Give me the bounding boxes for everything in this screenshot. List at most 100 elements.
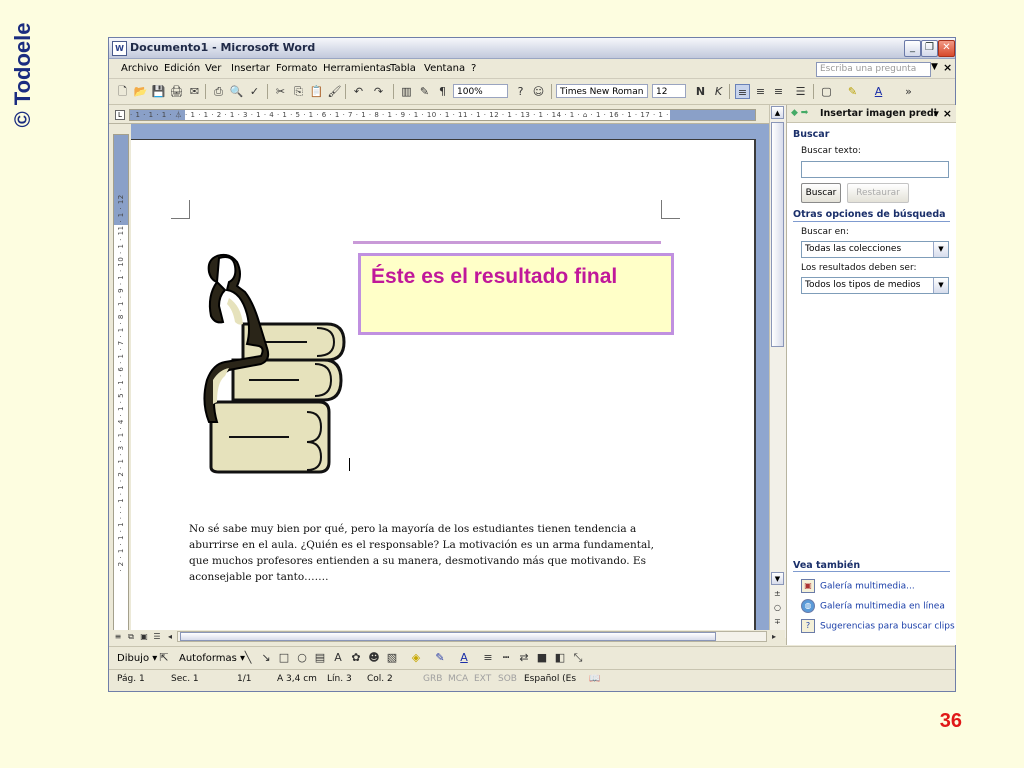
menu-herramientas[interactable]: Herramientas <box>323 63 391 74</box>
minimize-button[interactable]: _ <box>904 40 921 57</box>
align-right-icon[interactable]: ≡ <box>771 84 786 99</box>
scroll-left-button[interactable]: ◂ <box>165 631 175 642</box>
ask-question-input[interactable]: Escriba una pregunta <box>816 62 931 77</box>
title-bar[interactable]: W Documento1 - Microsoft Word _ ❐ ✕ <box>109 38 955 59</box>
task-pane-title[interactable]: Insertar imagen predi <box>820 108 937 119</box>
assistant-icon[interactable]: ☺ <box>531 84 546 99</box>
new-document-icon[interactable]: 🗋 <box>115 84 130 99</box>
task-pane-close-icon[interactable]: ▾ × <box>933 107 952 120</box>
menu-ventana[interactable]: Ventana <box>424 63 465 74</box>
spelling-status-icon[interactable]: 📖 <box>589 674 600 684</box>
link-clipart-online[interactable]: ◍ Galería multimedia en línea <box>801 599 945 613</box>
document-page[interactable]: Éste es el resultado final No sé sabe mu… <box>131 139 756 638</box>
font-color-icon[interactable]: A <box>457 651 471 665</box>
font-select[interactable]: Times New Roman <box>556 84 648 98</box>
document-paragraph[interactable]: No sé sabe muy bien por qué, pero la may… <box>189 521 659 585</box>
italic-button[interactable]: K <box>711 84 726 99</box>
normal-view-icon[interactable]: ≡ <box>113 631 123 642</box>
web-view-icon[interactable]: ⧉ <box>126 631 136 642</box>
status-extend[interactable]: EXT <box>474 674 491 684</box>
highlight-icon[interactable]: ✎ <box>845 84 860 99</box>
save-icon[interactable]: 💾 <box>151 84 166 99</box>
clipart-icon[interactable]: ☻ <box>367 651 381 665</box>
close-document-icon[interactable]: × <box>943 61 952 74</box>
menu-insertar[interactable]: Insertar <box>231 63 270 74</box>
show-hide-icon[interactable]: ¶ <box>435 84 450 99</box>
fill-color-icon[interactable]: ◈ <box>409 651 423 665</box>
copy-icon[interactable]: ⎘ <box>291 84 306 99</box>
restore-search-button[interactable]: Restaurar <box>847 183 909 203</box>
cut-icon[interactable]: ✂ <box>273 84 288 99</box>
status-record[interactable]: GRB <box>423 674 442 684</box>
open-folder-icon[interactable]: 📂 <box>133 84 148 99</box>
status-overtype[interactable]: SOB <box>498 674 517 684</box>
horizontal-scrollbar[interactable] <box>177 631 767 642</box>
word-icon[interactable]: W <box>112 41 127 56</box>
permission-icon[interactable]: 🖨 <box>169 84 184 99</box>
email-icon[interactable]: ✉ <box>187 84 202 99</box>
close-button[interactable]: ✕ <box>938 40 955 57</box>
text-box-icon[interactable]: ▤ <box>313 651 327 665</box>
align-left-icon[interactable]: ≡ <box>735 84 750 99</box>
outline-view-icon[interactable]: ☰ <box>152 631 162 642</box>
draw-menu-button[interactable]: Dibujo ▾ <box>117 653 157 664</box>
borders-icon[interactable]: ▢ <box>819 84 834 99</box>
horizontal-ruler[interactable]: L · 1 · 1 · 1 · ⏃ · 1 · 1 · 2 · 1 · 3 · … <box>109 105 769 124</box>
bullets-icon[interactable]: ☰ <box>793 84 808 99</box>
link-search-tips[interactable]: ? Sugerencias para buscar clips <box>801 619 955 633</box>
toolbar-options-icon[interactable]: ⤡ <box>571 651 585 665</box>
drawing-icon[interactable]: ✎ <box>417 84 432 99</box>
spelling-icon[interactable]: ✓ <box>247 84 262 99</box>
result-callout[interactable]: Éste es el resultado final <box>358 253 674 335</box>
search-text-input[interactable] <box>801 161 949 178</box>
results-type-select[interactable]: Todos los tipos de medios ▼ <box>801 277 949 294</box>
toolbar-options-icon[interactable]: » <box>901 84 916 99</box>
format-painter-icon[interactable]: 🖌 <box>327 84 342 99</box>
status-track-changes[interactable]: MCA <box>448 674 468 684</box>
columns-icon[interactable]: ▥ <box>399 84 414 99</box>
rectangle-icon[interactable]: □ <box>277 651 291 665</box>
redo-icon[interactable]: ↷ <box>371 84 386 99</box>
thinker-on-books-clipart[interactable] <box>189 252 357 474</box>
help-icon[interactable]: ? <box>513 84 528 99</box>
menu-ver[interactable]: Ver <box>205 63 221 74</box>
tab-selector[interactable]: L <box>115 110 125 120</box>
zoom-select[interactable]: 100% <box>453 84 508 98</box>
browse-object-icon[interactable]: ○ <box>774 603 781 612</box>
next-page-icon[interactable]: ∓ <box>774 617 781 626</box>
select-objects-icon[interactable]: ⇱ <box>157 651 171 665</box>
shadow-icon[interactable]: ■ <box>535 651 549 665</box>
arrow-style-icon[interactable]: ⇄ <box>517 651 531 665</box>
dash-style-icon[interactable]: ┅ <box>499 651 513 665</box>
line-icon[interactable]: ╲ <box>241 651 255 665</box>
picture-icon[interactable]: ▧ <box>385 651 399 665</box>
vertical-ruler[interactable]: · 2 · 1 · 1 · 1 · · · 1 · 1 · 2 · 1 · 3 … <box>113 134 129 632</box>
menu-formato[interactable]: Formato <box>276 63 317 74</box>
vertical-scrollbar[interactable]: ▲ ▼ ± ○ ∓ <box>769 105 786 638</box>
undo-icon[interactable]: ↶ <box>351 84 366 99</box>
bold-button[interactable]: N <box>693 84 708 99</box>
status-language[interactable]: Español (Es <box>524 674 576 684</box>
menu-tabla[interactable]: Tabla <box>390 63 416 74</box>
menu-edicion[interactable]: Edición <box>164 63 200 74</box>
paste-icon[interactable]: 📋 <box>309 84 324 99</box>
scroll-down-button[interactable]: ▼ <box>771 572 784 585</box>
font-size-select[interactable]: 12 <box>652 84 686 98</box>
chevron-down-icon[interactable]: ▼ <box>931 62 938 72</box>
chevron-down-icon[interactable]: ▼ <box>933 278 948 293</box>
autoshapes-button[interactable]: Autoformas ▾ <box>179 653 245 664</box>
scroll-thumb[interactable] <box>771 122 784 347</box>
print-preview-icon[interactable]: 🔍 <box>229 84 244 99</box>
oval-icon[interactable]: ○ <box>295 651 309 665</box>
font-color-icon[interactable]: A <box>871 84 886 99</box>
align-center-icon[interactable]: ≡ <box>753 84 768 99</box>
link-clip-organizer[interactable]: ▣ Galería multimedia... <box>801 579 915 593</box>
scroll-right-button[interactable]: ▸ <box>769 631 779 642</box>
search-button[interactable]: Buscar <box>801 183 841 203</box>
line-color-icon[interactable]: ✎ <box>433 651 447 665</box>
back-forward-icon[interactable]: ◆ ➡ <box>791 108 808 118</box>
line-style-icon[interactable]: ≡ <box>481 651 495 665</box>
wordart-icon[interactable]: A <box>331 651 345 665</box>
menu-archivo[interactable]: Archivo <box>121 63 158 74</box>
scroll-up-button[interactable]: ▲ <box>771 106 784 119</box>
